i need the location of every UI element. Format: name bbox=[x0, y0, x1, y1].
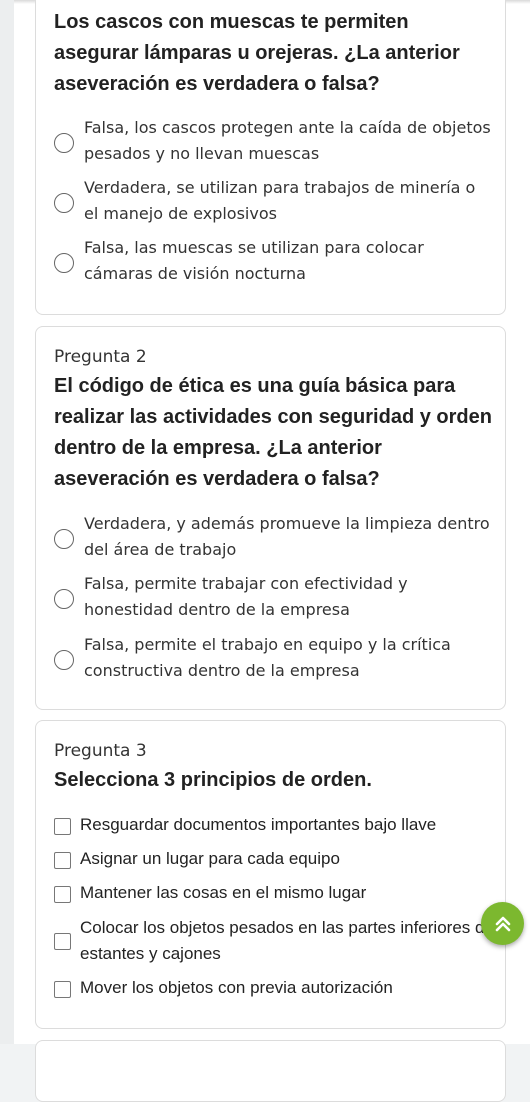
option-label: Verdadera, se utilizan para trabajos de … bbox=[84, 178, 476, 223]
radio-button[interactable] bbox=[54, 650, 74, 670]
checkbox[interactable] bbox=[54, 886, 71, 903]
scroll-to-top-button[interactable] bbox=[481, 902, 524, 945]
question-card-4 bbox=[35, 1040, 506, 1102]
option-label: Falsa, permite el trabajo en equipo y la… bbox=[84, 635, 451, 680]
radio-button[interactable] bbox=[54, 133, 74, 153]
option-label: Colocar los objetos pesados en las parte… bbox=[80, 918, 494, 963]
option-label: Verdadera, y además promueve la limpieza… bbox=[84, 514, 490, 559]
question-number: Pregunta 3 bbox=[54, 741, 147, 761]
checkbox-option[interactable]: Mover los objetos con previa autorizació… bbox=[54, 975, 494, 1001]
checkbox-option[interactable]: Mantener las cosas en el mismo lugar bbox=[54, 880, 494, 906]
answer-option[interactable]: Falsa, permite el trabajo en equipo y la… bbox=[54, 632, 494, 684]
left-margin bbox=[0, 0, 14, 1044]
checkbox[interactable] bbox=[54, 981, 71, 998]
answer-option[interactable]: Verdadera, se utilizan para trabajos de … bbox=[54, 175, 494, 227]
question-text: El código de ética es una guía básica pa… bbox=[54, 375, 492, 490]
answer-option[interactable]: Verdadera, y además promueve la limpieza… bbox=[54, 511, 494, 563]
answer-option[interactable]: Falsa, los cascos protegen ante la caída… bbox=[54, 115, 494, 167]
checkbox-option[interactable]: Resguardar documentos importantes bajo l… bbox=[54, 812, 494, 838]
answer-option[interactable]: Falsa, las muescas se utilizan para colo… bbox=[54, 235, 494, 287]
option-label: Asignar un lugar para cada equipo bbox=[80, 849, 340, 868]
radio-button[interactable] bbox=[54, 529, 74, 549]
question-card-2: Pregunta 2 El código de ética es una guí… bbox=[35, 326, 506, 710]
option-label: Falsa, los cascos protegen ante la caída… bbox=[84, 118, 491, 163]
question-text: Selecciona 3 principios de orden. bbox=[54, 769, 372, 791]
option-label: Falsa, permite trabajar con efectividad … bbox=[84, 574, 408, 619]
question-card-3: Pregunta 3 Selecciona 3 principios de or… bbox=[35, 720, 506, 1029]
checkbox[interactable] bbox=[54, 852, 71, 869]
radio-button[interactable] bbox=[54, 589, 74, 609]
answer-option[interactable]: Falsa, permite trabajar con efectividad … bbox=[54, 571, 494, 623]
question-text: Los cascos con muescas te permiten asegu… bbox=[54, 11, 460, 95]
checkbox[interactable] bbox=[54, 818, 71, 835]
double-chevron-up-icon bbox=[495, 916, 510, 931]
option-label: Falsa, las muescas se utilizan para colo… bbox=[84, 238, 424, 283]
option-label: Mantener las cosas en el mismo lugar bbox=[80, 883, 367, 902]
checkbox[interactable] bbox=[54, 933, 71, 950]
radio-button[interactable] bbox=[54, 193, 74, 213]
option-label: Mover los objetos con previa autorizació… bbox=[80, 978, 393, 997]
option-label: Resguardar documentos importantes bajo l… bbox=[80, 815, 437, 834]
checkbox-option[interactable]: Colocar los objetos pesados en las parte… bbox=[54, 915, 494, 967]
question-number: Pregunta 2 bbox=[54, 347, 147, 367]
checkbox-option[interactable]: Asignar un lugar para cada equipo bbox=[54, 846, 494, 872]
radio-button[interactable] bbox=[54, 253, 74, 273]
question-card-1: Los cascos con muescas te permiten asegu… bbox=[35, 0, 506, 315]
